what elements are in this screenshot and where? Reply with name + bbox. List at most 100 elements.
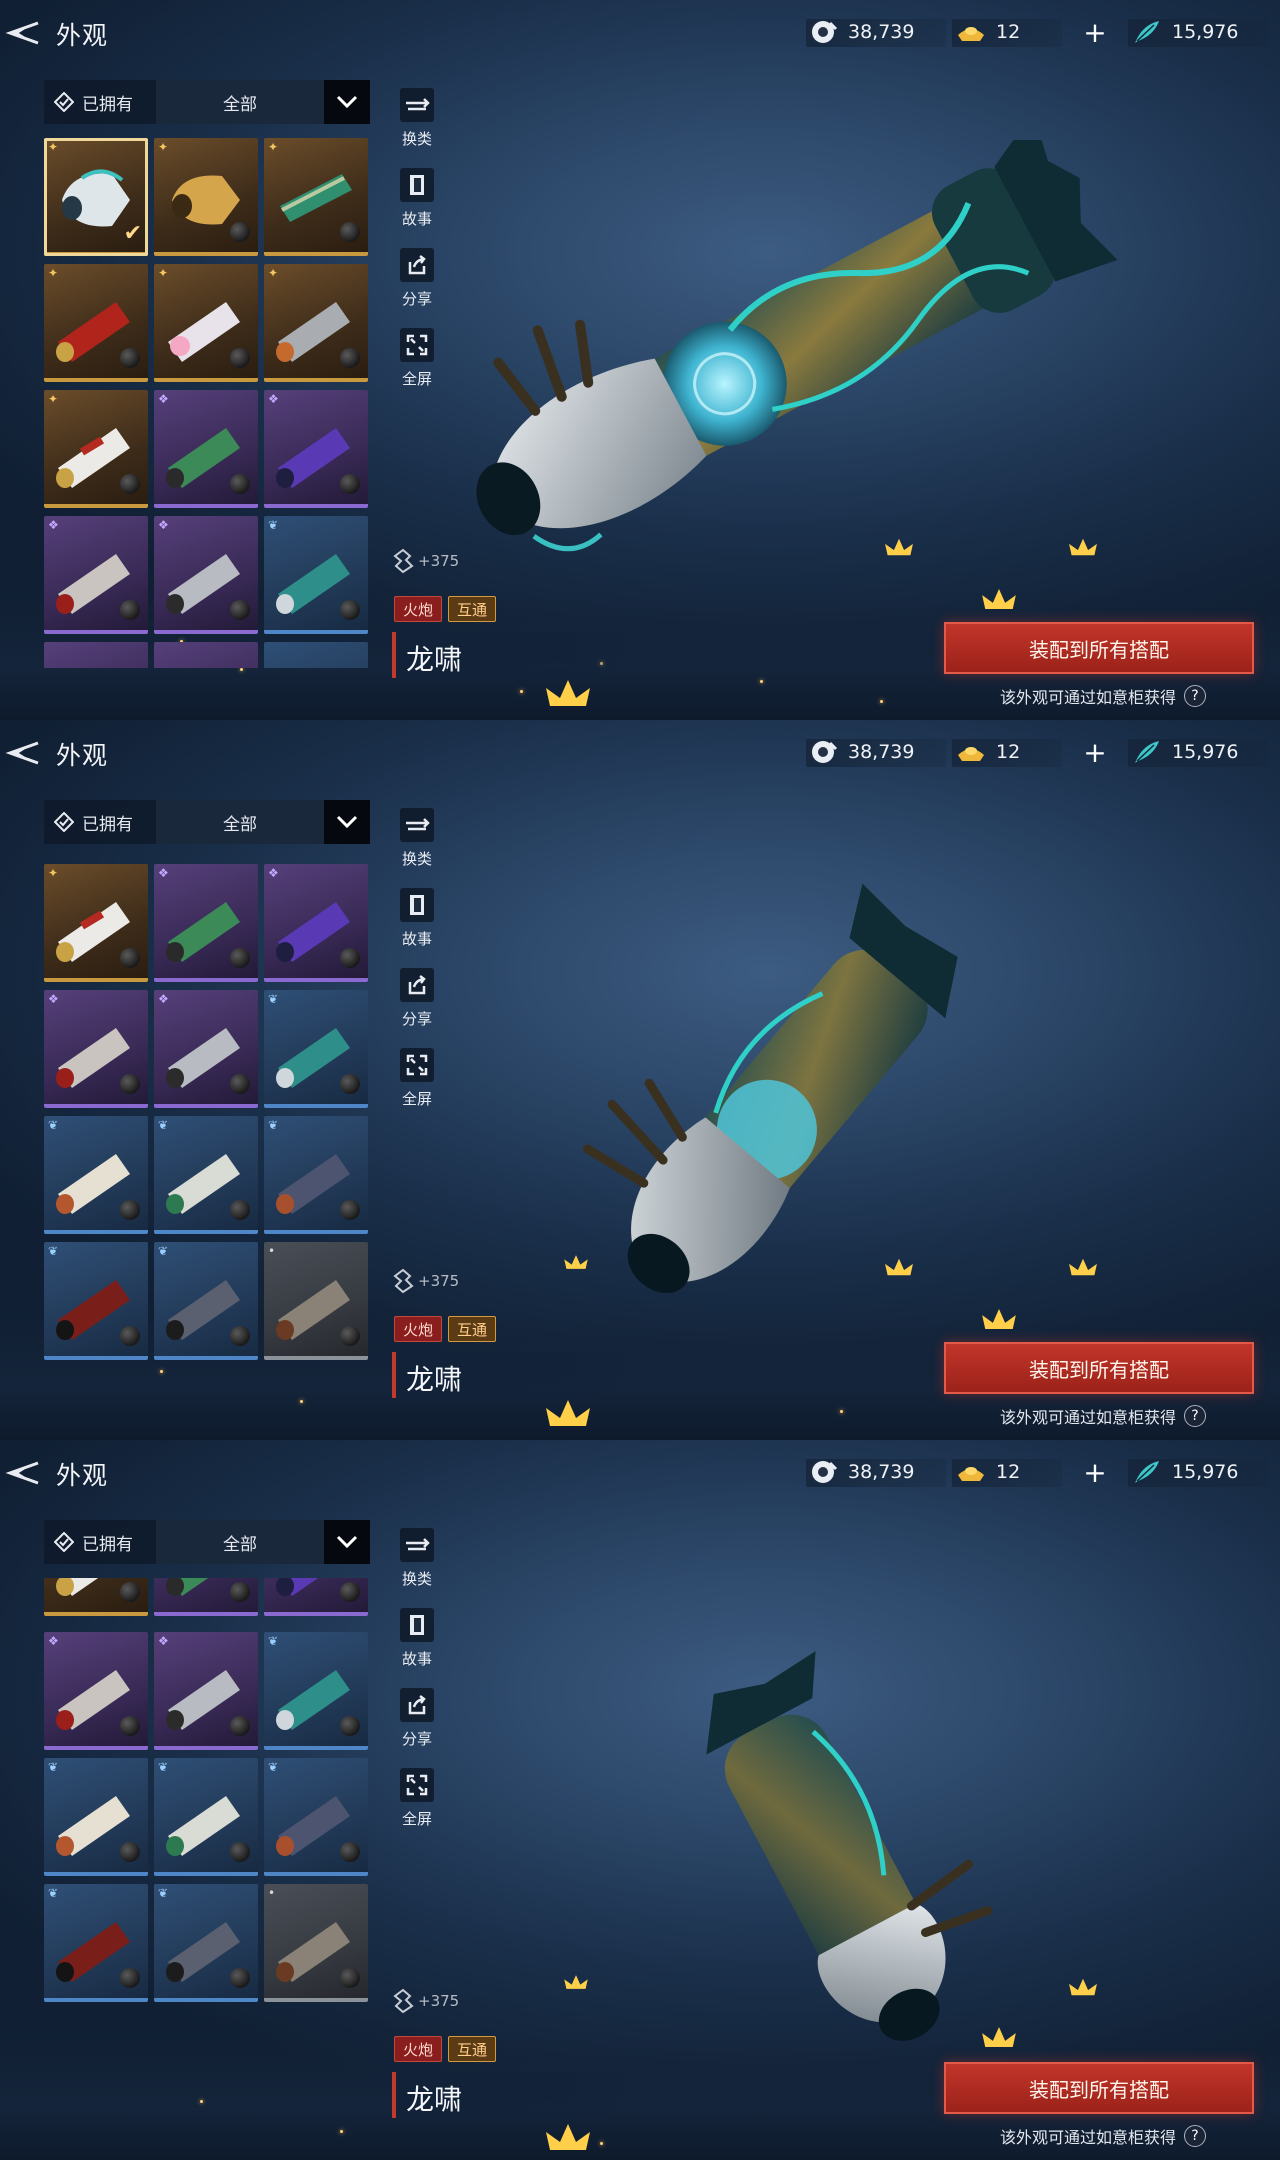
add-currency-button[interactable]: + <box>1080 18 1110 48</box>
rarity-wing-icon: ❦ <box>48 1118 59 1132</box>
skin-slot[interactable]: • <box>264 1242 368 1360</box>
swap-category-button[interactable]: 换类 <box>392 88 442 166</box>
lotus-lamp-icon <box>982 589 1016 609</box>
add-currency-button[interactable]: + <box>1080 738 1110 768</box>
category-dropdown-button[interactable] <box>324 800 370 844</box>
skin-slot[interactable]: ❦ <box>264 1116 368 1234</box>
skin-slot[interactable]: ❦ <box>264 516 368 634</box>
skin-slot[interactable] <box>264 1578 368 1616</box>
category-select[interactable]: 全部 <box>156 1520 324 1564</box>
skin-slot[interactable]: ❖ <box>44 516 148 634</box>
fullscreen-button[interactable]: 全屏 <box>392 1768 442 1846</box>
help-icon[interactable]: ? <box>1184 685 1207 707</box>
owned-filter-toggle[interactable]: 已拥有 <box>44 1520 156 1564</box>
skin-slot[interactable]: • <box>264 1884 368 2002</box>
category-select[interactable]: 全部 <box>156 80 324 124</box>
skin-slot[interactable]: ❖ <box>154 864 258 982</box>
skin-slot[interactable]: ✦ <box>264 138 368 256</box>
help-icon[interactable]: ? <box>1184 2125 1207 2147</box>
skin-slot[interactable] <box>44 1578 148 1616</box>
lotus-lamp-icon <box>885 538 913 556</box>
skin-slot[interactable]: ❖ <box>154 990 258 1108</box>
equip-all-button[interactable]: 装配到所有搭配 <box>944 2062 1254 2114</box>
owned-filter-toggle[interactable]: 已拥有 <box>44 800 156 844</box>
share-icon <box>408 1695 426 1715</box>
skin-slot[interactable]: ✦ <box>44 390 148 508</box>
category-dropdown-button[interactable] <box>324 80 370 124</box>
share-button[interactable]: 分享 <box>392 248 442 326</box>
skin-slot[interactable]: ❦ <box>154 1116 258 1234</box>
skin-slot[interactable]: ✦ <box>44 264 148 382</box>
share-button[interactable]: 分享 <box>392 1688 442 1766</box>
equip-all-button[interactable]: 装配到所有搭配 <box>944 622 1254 674</box>
rarity-star-icon: ✦ <box>48 140 59 154</box>
skin-slot[interactable] <box>44 642 148 668</box>
skin-slot[interactable]: ❦ <box>44 1884 148 2002</box>
owned-filter-toggle[interactable]: 已拥有 <box>44 80 156 124</box>
skin-slot[interactable]: ❖ <box>264 390 368 508</box>
skin-slot[interactable]: ❦ <box>44 1116 148 1234</box>
share-icon <box>408 975 426 995</box>
lotus-lamp-icon <box>546 2124 590 2150</box>
dragon-cannon-model[interactable] <box>560 870 1020 1350</box>
skin-slot[interactable]: ❖ <box>154 1632 258 1750</box>
fullscreen-button[interactable]: 全屏 <box>392 1048 442 1126</box>
rarity-gem-icon: ❖ <box>158 992 169 1006</box>
skin-slot[interactable] <box>154 642 258 668</box>
currency-value: 38,739 <box>848 21 915 43</box>
currency-value: 12 <box>996 1461 1021 1483</box>
currency-jade: 38,739 <box>810 1457 914 1487</box>
skin-slot[interactable]: ✦ <box>154 264 258 382</box>
dragon-cannon-model[interactable] <box>420 140 1140 580</box>
lotus-lamp-icon <box>982 2027 1016 2047</box>
story-book-icon <box>410 895 424 915</box>
back-button[interactable] <box>2 14 42 52</box>
story-button[interactable]: 故事 <box>392 888 442 966</box>
skin-slot[interactable]: ❦ <box>154 1884 258 2002</box>
item-tags: 火炮 互通 <box>394 2036 502 2062</box>
skin-slot[interactable]: ❖ <box>264 864 368 982</box>
action-label: 分享 <box>401 1010 432 1028</box>
skin-slot[interactable]: ❦ <box>264 990 368 1108</box>
category-dropdown-button[interactable] <box>324 1520 370 1564</box>
swap-category-button[interactable]: 换类 <box>392 1528 442 1606</box>
skin-slot[interactable]: ❦ <box>44 1758 148 1876</box>
skin-slot[interactable]: ❦ <box>154 1242 258 1360</box>
rarity-wing-icon: ❦ <box>268 1118 279 1132</box>
back-button[interactable] <box>2 1454 42 1492</box>
back-button[interactable] <box>2 734 42 772</box>
share-button[interactable]: 分享 <box>392 968 442 1046</box>
skin-slot[interactable]: ✦ ✔ <box>44 138 148 256</box>
skin-slot[interactable]: ❦ <box>264 1632 368 1750</box>
lotus-lamp-icon <box>546 680 590 706</box>
lotus-lamp-icon <box>564 1975 588 1989</box>
skin-slot[interactable] <box>154 1578 258 1616</box>
rarity-wing-icon: ❦ <box>48 1760 59 1774</box>
skin-slot[interactable]: ❖ <box>154 516 258 634</box>
help-icon[interactable]: ? <box>1184 1405 1207 1427</box>
skin-slot[interactable]: ❦ <box>264 1758 368 1876</box>
skin-slot[interactable]: ✦ <box>44 864 148 982</box>
rarity-gem-icon: ❖ <box>158 866 169 880</box>
skin-slot[interactable]: ❖ <box>154 390 258 508</box>
lotus-lamp-icon <box>564 1255 588 1269</box>
item-tags: 火炮 互通 <box>394 596 502 622</box>
cannonball-icon <box>340 1716 360 1736</box>
swap-category-button[interactable]: 换类 <box>392 808 442 886</box>
add-currency-button[interactable]: + <box>1080 1458 1110 1488</box>
story-button[interactable]: 故事 <box>392 168 442 246</box>
category-select[interactable]: 全部 <box>156 800 324 844</box>
rarity-gem-icon: ❖ <box>48 518 59 532</box>
skin-slot[interactable]: ❦ <box>154 1758 258 1876</box>
skin-slot[interactable]: ❖ <box>44 990 148 1108</box>
skin-slot[interactable]: ✦ <box>264 264 368 382</box>
item-name: 龙啸 <box>406 643 463 676</box>
equip-all-button[interactable]: 装配到所有搭配 <box>944 1342 1254 1394</box>
fullscreen-button[interactable]: 全屏 <box>392 328 442 406</box>
skin-slot[interactable] <box>264 642 368 668</box>
story-button[interactable]: 故事 <box>392 1608 442 1686</box>
skin-slot[interactable]: ❖ <box>44 1632 148 1750</box>
skin-slot[interactable]: ❦ <box>44 1242 148 1360</box>
currency-feather: 15,976 <box>1132 737 1238 767</box>
skin-slot[interactable]: ✦ <box>154 138 258 256</box>
